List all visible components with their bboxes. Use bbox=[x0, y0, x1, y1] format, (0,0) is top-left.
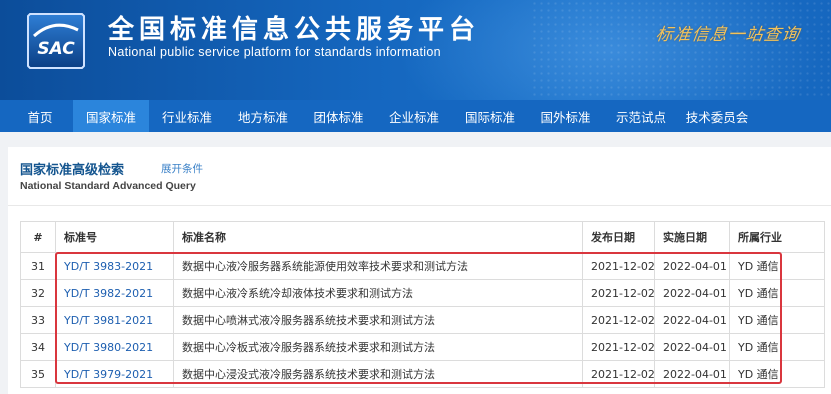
column-header-name[interactable]: 标准名称 bbox=[173, 221, 583, 253]
standard-code-link[interactable]: YD/T 3980-2021 bbox=[64, 341, 153, 354]
nav-item-industry[interactable]: 行业标准 bbox=[149, 100, 225, 132]
implement-date: 2022-04-01 bbox=[654, 279, 730, 307]
table-row: 35 YD/T 3979-2021 数据中心浸没式液冷服务器系统技术要求和测试方… bbox=[20, 360, 825, 388]
query-title: 国家标准高级检索 bbox=[20, 163, 125, 178]
nav-label: 国际标准 bbox=[464, 109, 515, 125]
industry: YD 通信 bbox=[729, 279, 825, 307]
standard-code-link[interactable]: YD/T 3981-2021 bbox=[64, 314, 153, 327]
site-title: 全国标准信息公共服务平台 bbox=[108, 15, 481, 45]
standard-name[interactable]: 数据中心浸没式液冷服务器系统技术要求和测试方法 bbox=[173, 360, 583, 388]
nav-item-enterprise[interactable]: 企业标准 bbox=[376, 100, 452, 132]
row-index: 35 bbox=[20, 360, 56, 388]
logo-text: SAC bbox=[37, 39, 75, 59]
main-nav: 首页 国家标准 行业标准 地方标准 团体标准 企业标准 国际标准 国外标准 示范… bbox=[0, 100, 831, 132]
nav-item-group[interactable]: 团体标准 bbox=[301, 100, 376, 132]
table-row: 34 YD/T 3980-2021 数据中心冷板式液冷服务器系统技术要求和测试方… bbox=[20, 333, 825, 361]
publish-date: 2021-12-02 bbox=[582, 360, 655, 388]
standard-code-link[interactable]: YD/T 3982-2021 bbox=[64, 287, 153, 300]
table-header-row: # 标准号 标准名称 发布日期 实施日期 所属行业 bbox=[20, 221, 825, 253]
column-header-index[interactable]: # bbox=[20, 221, 56, 253]
standard-name[interactable]: 数据中心喷淋式液冷服务器系统技术要求和测试方法 bbox=[173, 306, 583, 334]
implement-date: 2022-04-01 bbox=[654, 306, 730, 334]
row-index: 31 bbox=[20, 252, 56, 280]
nav-item-international[interactable]: 国际标准 bbox=[452, 100, 528, 132]
nav-label: 首页 bbox=[27, 109, 53, 125]
nav-label: 团体标准 bbox=[313, 109, 364, 125]
nav-item-foreign[interactable]: 国外标准 bbox=[528, 100, 603, 132]
divider bbox=[8, 205, 831, 206]
implement-date: 2022-04-01 bbox=[654, 252, 730, 280]
nav-label: 技术委员会 bbox=[685, 109, 749, 125]
nav-label: 企业标准 bbox=[388, 109, 439, 125]
table-row: 32 YD/T 3982-2021 数据中心液冷系统冷却液体技术要求和测试方法 … bbox=[20, 279, 825, 307]
site-subtitle: National public service platform for sta… bbox=[108, 45, 441, 59]
nav-item-national[interactable]: 国家标准 bbox=[73, 100, 149, 132]
slogan-calligraphy: 标准信息一站查询 bbox=[654, 25, 802, 45]
industry: YD 通信 bbox=[729, 360, 825, 388]
table-row: 31 YD/T 3983-2021 数据中心液冷服务器系统能源使用效率技术要求和… bbox=[20, 252, 825, 280]
banner-dot-pattern bbox=[531, 0, 831, 100]
query-title-en: National Standard Advanced Query bbox=[20, 180, 196, 192]
nav-item-committee[interactable]: 技术委员会 bbox=[679, 100, 755, 132]
row-index: 33 bbox=[20, 306, 56, 334]
nav-item-local[interactable]: 地方标准 bbox=[225, 100, 301, 132]
nav-label: 地方标准 bbox=[237, 109, 288, 125]
nav-label: 国家标准 bbox=[85, 109, 136, 125]
industry: YD 通信 bbox=[729, 333, 825, 361]
table-row: 33 YD/T 3981-2021 数据中心喷淋式液冷服务器系统技术要求和测试方… bbox=[20, 306, 825, 334]
column-header-code[interactable]: 标准号 bbox=[55, 221, 174, 253]
publish-date: 2021-12-02 bbox=[582, 279, 655, 307]
implement-date: 2022-04-01 bbox=[654, 333, 730, 361]
standard-code-link[interactable]: YD/T 3979-2021 bbox=[64, 368, 153, 381]
standard-code-link[interactable]: YD/T 3983-2021 bbox=[64, 260, 153, 273]
nav-label: 行业标准 bbox=[161, 109, 212, 125]
industry: YD 通信 bbox=[729, 306, 825, 334]
publish-date: 2021-12-02 bbox=[582, 333, 655, 361]
column-header-publish-date[interactable]: 发布日期 bbox=[582, 221, 655, 253]
nav-item-home[interactable]: 首页 bbox=[14, 100, 66, 132]
results-table: # 标准号 标准名称 发布日期 实施日期 所属行业 31 YD/T 3983-2… bbox=[20, 221, 825, 388]
implement-date: 2022-04-01 bbox=[654, 360, 730, 388]
publish-date: 2021-12-02 bbox=[582, 306, 655, 334]
industry: YD 通信 bbox=[729, 252, 825, 280]
sac-logo-icon[interactable]: SAC bbox=[24, 10, 88, 72]
standard-name[interactable]: 数据中心液冷系统冷却液体技术要求和测试方法 bbox=[173, 279, 583, 307]
nav-item-pilot[interactable]: 示范试点 bbox=[603, 100, 679, 132]
standard-name[interactable]: 数据中心冷板式液冷服务器系统技术要求和测试方法 bbox=[173, 333, 583, 361]
row-index: 34 bbox=[20, 333, 56, 361]
nav-label: 示范试点 bbox=[615, 109, 666, 125]
column-header-implement-date[interactable]: 实施日期 bbox=[654, 221, 730, 253]
nav-label: 国外标准 bbox=[540, 109, 591, 125]
column-header-industry[interactable]: 所属行业 bbox=[729, 221, 825, 253]
expand-conditions-link[interactable]: 展开条件 bbox=[161, 161, 203, 176]
standard-name[interactable]: 数据中心液冷服务器系统能源使用效率技术要求和测试方法 bbox=[173, 252, 583, 280]
publish-date: 2021-12-02 bbox=[582, 252, 655, 280]
row-index: 32 bbox=[20, 279, 56, 307]
